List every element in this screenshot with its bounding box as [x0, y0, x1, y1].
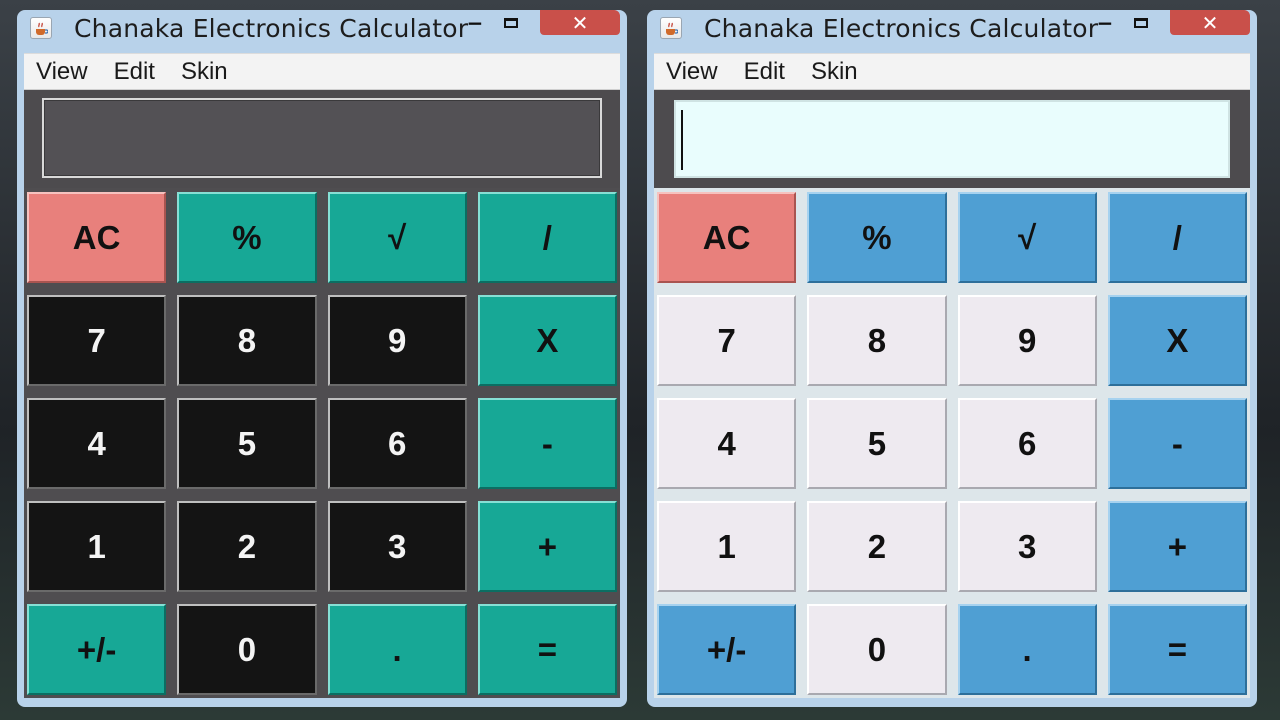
key-digit-3-button[interactable]: 3: [327, 501, 467, 592]
menu-view[interactable]: View: [666, 58, 718, 86]
keypad: AC% √/ 7 8 9 X 4 5 6- 1 2 3 + +/- 0. =: [24, 188, 620, 698]
key-equals-button[interactable]: =: [477, 604, 617, 695]
minimize-button[interactable]: −: [1092, 10, 1118, 36]
key-decimal-button[interactable]: .: [327, 604, 467, 695]
key-clear-button[interactable]: AC: [27, 192, 167, 283]
keypad: AC% √/ 7 8 9 X 4 5 6- 1 2 3 + +/- 0. =: [654, 188, 1250, 698]
maximize-icon: [504, 18, 518, 28]
key-sqrt-button[interactable]: √: [327, 192, 467, 283]
key-add-button[interactable]: +: [477, 501, 617, 592]
result-display[interactable]: [674, 100, 1230, 178]
java-cup-icon[interactable]: [30, 17, 52, 39]
key-divide-button[interactable]: /: [1107, 192, 1247, 283]
key-digit-5-button[interactable]: 5: [807, 398, 947, 489]
text-caret: [681, 110, 683, 170]
menu-bar: View Edit Skin: [654, 53, 1250, 90]
key-subtract-button[interactable]: -: [1107, 398, 1247, 489]
key-percent-button[interactable]: %: [177, 192, 317, 283]
calculator-window-light: Chanaka Electronics Calculator − ✕ View …: [647, 10, 1257, 707]
key-add-button[interactable]: +: [1107, 501, 1247, 592]
result-display[interactable]: [42, 98, 602, 178]
key-digit-2-button[interactable]: 2: [177, 501, 317, 592]
menu-edit[interactable]: Edit: [114, 58, 155, 86]
menu-view[interactable]: View: [36, 58, 88, 86]
close-button[interactable]: ✕: [540, 10, 620, 35]
title-bar[interactable]: Chanaka Electronics Calculator − ✕: [654, 10, 1250, 53]
maximize-button[interactable]: [1128, 10, 1154, 36]
menu-skin[interactable]: Skin: [181, 58, 228, 86]
key-divide-button[interactable]: /: [477, 192, 617, 283]
key-digit-0-button[interactable]: 0: [807, 604, 947, 695]
key-digit-8-button[interactable]: 8: [807, 295, 947, 386]
calculator-body: AC% √/ 7 8 9 X 4 5 6- 1 2 3 + +/- 0. =: [654, 90, 1250, 698]
menu-bar: View Edit Skin: [24, 53, 620, 90]
key-negate-button[interactable]: +/-: [657, 604, 797, 695]
close-button[interactable]: ✕: [1170, 10, 1250, 35]
key-digit-8-button[interactable]: 8: [177, 295, 317, 386]
window-title: Chanaka Electronics Calculator: [704, 14, 1099, 43]
calculator-window-dark: Chanaka Electronics Calculator − ✕ View …: [17, 10, 627, 707]
key-sqrt-button[interactable]: √: [957, 192, 1097, 283]
maximize-button[interactable]: [498, 10, 524, 36]
key-clear-button[interactable]: AC: [657, 192, 797, 283]
key-digit-6-button[interactable]: 6: [957, 398, 1097, 489]
key-digit-9-button[interactable]: 9: [957, 295, 1097, 386]
key-digit-4-button[interactable]: 4: [657, 398, 797, 489]
maximize-icon: [1134, 18, 1148, 28]
key-digit-1-button[interactable]: 1: [27, 501, 167, 592]
key-subtract-button[interactable]: -: [477, 398, 617, 489]
minimize-button[interactable]: −: [462, 10, 488, 36]
key-digit-9-button[interactable]: 9: [327, 295, 467, 386]
key-digit-1-button[interactable]: 1: [657, 501, 797, 592]
display-panel: [654, 90, 1250, 188]
minimize-icon: −: [466, 11, 484, 35]
key-digit-5-button[interactable]: 5: [177, 398, 317, 489]
key-digit-0-button[interactable]: 0: [177, 604, 317, 695]
key-decimal-button[interactable]: .: [957, 604, 1097, 695]
java-cup-icon[interactable]: [660, 17, 682, 39]
close-icon: ✕: [571, 10, 589, 35]
desktop-background: Chanaka Electronics Calculator − ✕ View …: [0, 0, 1280, 720]
key-negate-button[interactable]: +/-: [27, 604, 167, 695]
key-digit-4-button[interactable]: 4: [27, 398, 167, 489]
key-digit-3-button[interactable]: 3: [957, 501, 1097, 592]
minimize-icon: −: [1096, 11, 1114, 35]
display-panel: [24, 90, 620, 188]
key-digit-7-button[interactable]: 7: [27, 295, 167, 386]
calculator-body: AC% √/ 7 8 9 X 4 5 6- 1 2 3 + +/- 0. =: [24, 90, 620, 698]
key-multiply-button[interactable]: X: [1107, 295, 1247, 386]
close-icon: ✕: [1201, 10, 1219, 35]
menu-edit[interactable]: Edit: [744, 58, 785, 86]
window-title: Chanaka Electronics Calculator: [74, 14, 469, 43]
key-digit-6-button[interactable]: 6: [327, 398, 467, 489]
key-multiply-button[interactable]: X: [477, 295, 617, 386]
key-digit-7-button[interactable]: 7: [657, 295, 797, 386]
menu-skin[interactable]: Skin: [811, 58, 858, 86]
key-digit-2-button[interactable]: 2: [807, 501, 947, 592]
key-equals-button[interactable]: =: [1107, 604, 1247, 695]
key-percent-button[interactable]: %: [807, 192, 947, 283]
title-bar[interactable]: Chanaka Electronics Calculator − ✕: [24, 10, 620, 53]
